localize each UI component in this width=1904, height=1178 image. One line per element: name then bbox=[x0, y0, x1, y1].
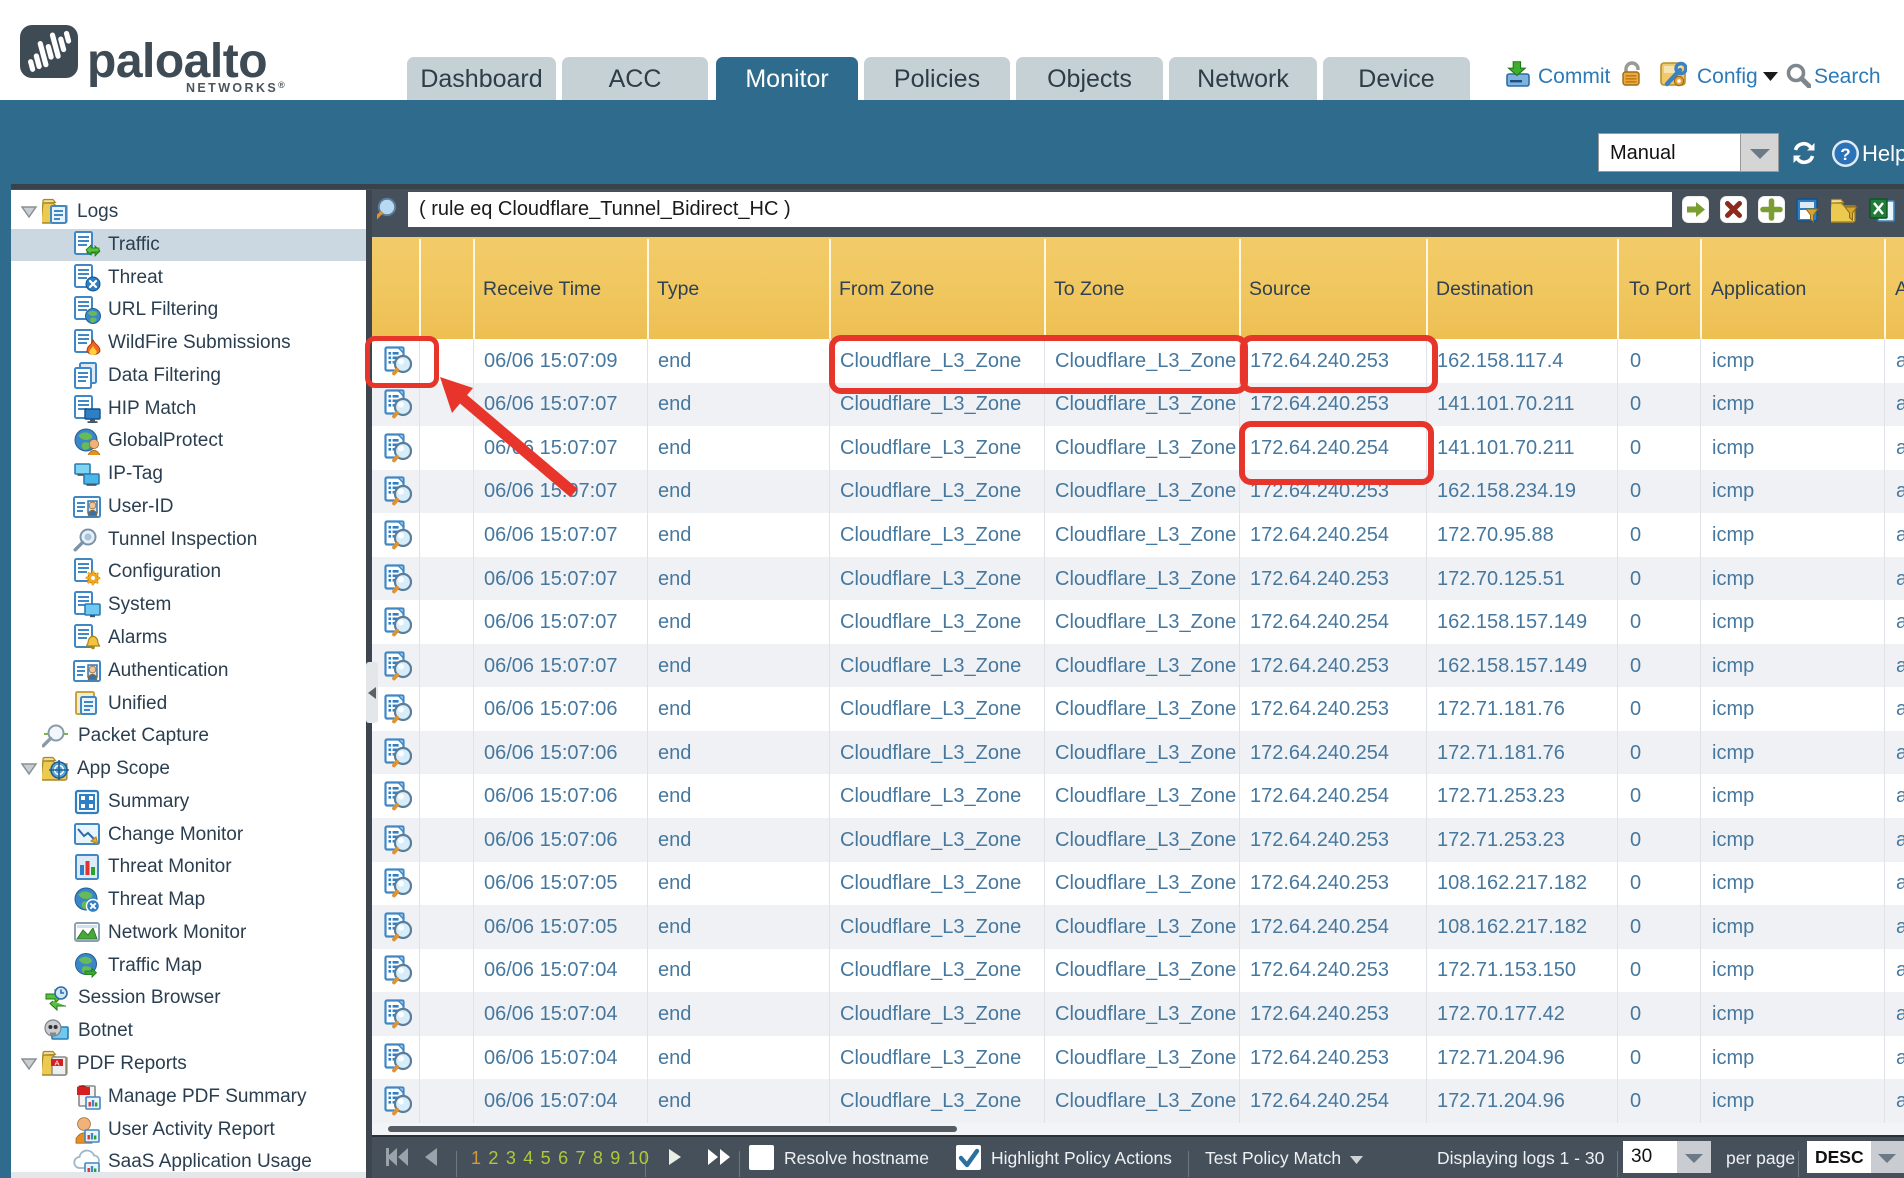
svg-text:?: ? bbox=[1840, 145, 1850, 164]
svg-text:A: A bbox=[54, 1059, 59, 1068]
